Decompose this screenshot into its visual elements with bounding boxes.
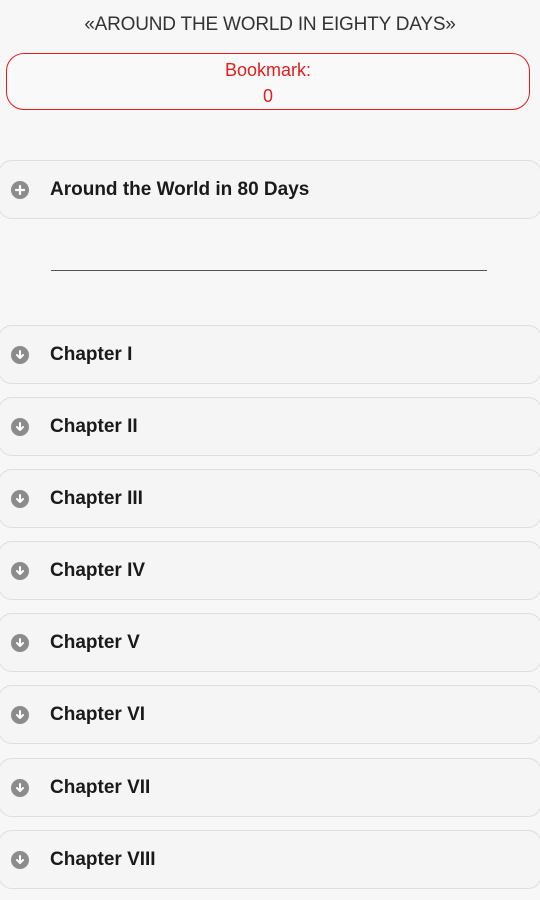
- plus-circle-icon: [11, 180, 29, 199]
- bookmark-label: Bookmark:: [224, 60, 312, 80]
- book-title-item[interactable]: Around the World in 80 Days: [0, 160, 540, 219]
- chapter-item-8[interactable]: Chapter VIII: [0, 830, 540, 889]
- arrow-down-circle-icon: [11, 705, 29, 724]
- arrow-down-circle-icon: [11, 850, 29, 869]
- arrow-down-circle-icon: [11, 417, 29, 436]
- chapter-label: Chapter III: [50, 487, 143, 509]
- chapter-item-5[interactable]: Chapter V: [0, 613, 540, 672]
- arrow-down-circle-icon: [11, 561, 29, 580]
- chapter-label: Chapter I: [50, 343, 133, 365]
- chapter-item-7[interactable]: Chapter VII: [0, 758, 540, 817]
- chapter-label: Chapter VIII: [50, 848, 156, 870]
- chapter-item-2[interactable]: Chapter II: [0, 397, 540, 456]
- chapter-label: Chapter V: [50, 631, 140, 653]
- chapter-item-6[interactable]: Chapter VI: [0, 685, 540, 744]
- chapter-item-1[interactable]: Chapter I: [0, 325, 540, 384]
- page-title: «AROUND THE WORLD IN EIGHTY DAYS»: [84, 14, 456, 35]
- arrow-down-circle-icon: [11, 489, 29, 508]
- chapter-label: Chapter VI: [50, 703, 146, 725]
- divider: [51, 270, 487, 271]
- chapter-label: Chapter VII: [50, 776, 151, 798]
- chapter-item-3[interactable]: Chapter III: [0, 469, 540, 528]
- chapter-label: Chapter II: [50, 415, 138, 437]
- arrow-down-circle-icon: [11, 778, 29, 797]
- bookmark-box[interactable]: Bookmark: 0: [6, 53, 530, 110]
- chapter-item-4[interactable]: Chapter IV: [0, 541, 540, 600]
- bookmark-value: 0: [262, 86, 273, 106]
- chapter-label: Chapter IV: [50, 559, 146, 581]
- arrow-down-circle-icon: [11, 633, 29, 652]
- arrow-down-circle-icon: [11, 345, 29, 364]
- book-title-label: Around the World in 80 Days: [50, 178, 310, 200]
